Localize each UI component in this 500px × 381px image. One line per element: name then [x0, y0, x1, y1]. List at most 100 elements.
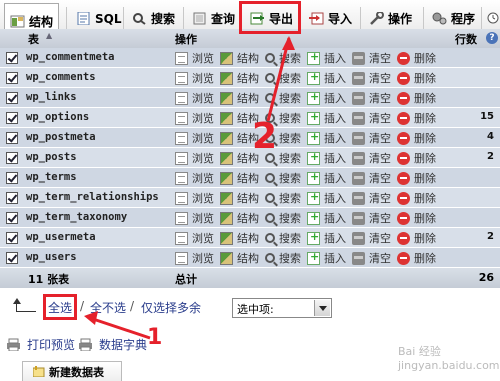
table-row[interactable]: wp_comments 浏览 结构 搜索 插入 清空 删除 [0, 68, 500, 88]
browse-action[interactable]: 浏览 [175, 110, 214, 126]
insert-action[interactable]: 插入 [307, 50, 346, 66]
table-row[interactable]: wp_options浏览结构搜索插入清空删除15 [0, 108, 500, 128]
search-action[interactable]: 搜索 [265, 250, 301, 266]
structure-action[interactable]: 结构 [220, 250, 259, 266]
drop-action[interactable]: 删除 [397, 70, 436, 86]
insert-action[interactable]: 插入 [307, 110, 346, 126]
insert-action[interactable]: 插入 [307, 230, 346, 246]
empty-action[interactable]: 清空 [352, 130, 391, 146]
row-checkbox[interactable] [6, 52, 18, 64]
drop-action[interactable]: 删除 [397, 150, 436, 166]
table-name-link[interactable]: wp_commentmeta [26, 51, 115, 63]
drop-action[interactable]: 删除 [397, 50, 436, 66]
insert-action[interactable]: 插入 [307, 90, 346, 106]
browse-action[interactable]: 浏览 [175, 190, 214, 206]
drop-action[interactable]: 删除 [397, 90, 436, 106]
structure-action[interactable]: 结构 [220, 230, 259, 246]
browse-action[interactable]: 浏览 [175, 250, 214, 266]
tab-query[interactable]: 查询 [187, 6, 240, 31]
help-icon[interactable]: ? [486, 32, 498, 44]
drop-action[interactable]: 删除 [397, 110, 436, 126]
table-row[interactable]: wp_usermeta 浏览 结构 搜索 插入 清空 删除 2 [0, 228, 500, 248]
table-row[interactable]: wp_terms 浏览 结构 搜索 插入 清空 删除 [0, 168, 500, 188]
table-name-link[interactable]: wp_options [26, 111, 89, 123]
empty-action[interactable]: 清空 [352, 230, 391, 246]
tab-routines[interactable]: 程序 [427, 6, 480, 31]
row-checkbox[interactable] [6, 92, 18, 104]
structure-action[interactable]: 结构 [220, 90, 259, 106]
column-rows-header[interactable]: 行数 [455, 31, 477, 47]
tab-sql[interactable]: SQL [71, 6, 127, 31]
table-name-link[interactable]: wp_comments [26, 71, 96, 83]
structure-action[interactable]: 结构 [220, 70, 259, 86]
drop-action[interactable]: 删除 [397, 230, 436, 246]
print-view-link[interactable]: 打印预览 [6, 336, 75, 353]
tab-more[interactable] [486, 6, 500, 31]
empty-action[interactable]: 清空 [352, 150, 391, 166]
row-checkbox[interactable] [6, 72, 18, 84]
table-name-link[interactable]: wp_postmeta [26, 131, 96, 143]
search-action[interactable]: 搜索 [265, 90, 301, 106]
empty-action[interactable]: 清空 [352, 190, 391, 206]
row-checkbox[interactable] [6, 112, 18, 124]
empty-action[interactable]: 清空 [352, 250, 391, 266]
insert-action[interactable]: 插入 [307, 210, 346, 226]
drop-action[interactable]: 删除 [397, 130, 436, 146]
browse-action[interactable]: 浏览 [175, 150, 214, 166]
drop-action[interactable]: 删除 [397, 210, 436, 226]
row-checkbox[interactable] [6, 152, 18, 164]
deselect-all-link[interactable]: 全不选 [90, 299, 126, 316]
row-checkbox[interactable] [6, 212, 18, 224]
browse-action[interactable]: 浏览 [175, 210, 214, 226]
search-action[interactable]: 搜索 [265, 230, 301, 246]
tab-search[interactable]: 搜索 [127, 6, 180, 31]
data-dictionary-link[interactable]: 数据字典 [78, 336, 147, 353]
structure-action[interactable]: 结构 [220, 170, 259, 186]
drop-action[interactable]: 删除 [397, 250, 436, 266]
with-selected-select[interactable]: 选中项: [232, 298, 332, 318]
browse-action[interactable]: 浏览 [175, 50, 214, 66]
empty-action[interactable]: 清空 [352, 70, 391, 86]
table-name-link[interactable]: wp_usermeta [26, 231, 96, 243]
search-action[interactable]: 搜索 [265, 210, 301, 226]
row-checkbox[interactable] [6, 132, 18, 144]
drop-action[interactable]: 删除 [397, 170, 436, 186]
search-action[interactable]: 搜索 [265, 190, 301, 206]
tab-operations[interactable]: 操作 [364, 6, 417, 31]
insert-action[interactable]: 插入 [307, 190, 346, 206]
insert-action[interactable]: 插入 [307, 70, 346, 86]
drop-action[interactable]: 删除 [397, 190, 436, 206]
insert-action[interactable]: 插入 [307, 130, 346, 146]
empty-action[interactable]: 清空 [352, 170, 391, 186]
table-name-link[interactable]: wp_users [26, 251, 77, 263]
row-checkbox[interactable] [6, 172, 18, 184]
browse-action[interactable]: 浏览 [175, 70, 214, 86]
search-action[interactable]: 搜索 [265, 50, 301, 66]
table-row[interactable]: wp_postmeta浏览结构搜索插入清空删除4 [0, 128, 500, 148]
table-name-link[interactable]: wp_term_relationships [26, 191, 159, 203]
select-overhead-link[interactable]: 仅选择多余 [141, 299, 201, 316]
table-row[interactable]: wp_links 浏览 结构 搜索 插入 清空 删除 [0, 88, 500, 108]
empty-action[interactable]: 清空 [352, 50, 391, 66]
row-checkbox[interactable] [6, 232, 18, 244]
empty-action[interactable]: 清空 [352, 90, 391, 106]
insert-action[interactable]: 插入 [307, 250, 346, 266]
browse-action[interactable]: 浏览 [175, 130, 214, 146]
row-checkbox[interactable] [6, 252, 18, 264]
create-table-panel[interactable]: 新建数据表 [22, 361, 122, 381]
structure-action[interactable]: 结构 [220, 190, 259, 206]
table-row[interactable]: wp_users 浏览 结构 搜索 插入 清空 删除 [0, 248, 500, 268]
table-name-link[interactable]: wp_posts [26, 151, 77, 163]
table-name-link[interactable]: wp_term_taxonomy [26, 211, 127, 223]
insert-action[interactable]: 插入 [307, 170, 346, 186]
structure-action[interactable]: 结构 [220, 210, 259, 226]
structure-action[interactable]: 结构 [220, 50, 259, 66]
browse-action[interactable]: 浏览 [175, 170, 214, 186]
table-row[interactable]: wp_posts浏览结构搜索插入清空删除2 [0, 148, 500, 168]
insert-action[interactable]: 插入 [307, 150, 346, 166]
table-name-link[interactable]: wp_links [26, 91, 77, 103]
empty-action[interactable]: 清空 [352, 110, 391, 126]
table-row[interactable]: wp_term_relationships 浏览 结构 搜索 插入 清空 删除 [0, 188, 500, 208]
browse-action[interactable]: 浏览 [175, 230, 214, 246]
search-action[interactable]: 搜索 [265, 170, 301, 186]
